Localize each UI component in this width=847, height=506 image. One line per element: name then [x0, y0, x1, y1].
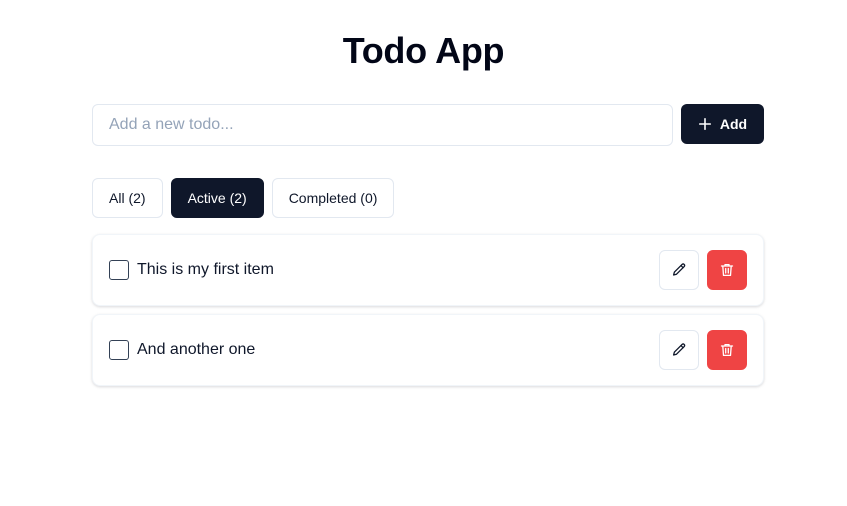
todo-item: And another one [92, 314, 764, 386]
trash-icon [719, 342, 735, 358]
todo-item: This is my first item [92, 234, 764, 306]
delete-button[interactable] [707, 330, 747, 370]
new-todo-input[interactable] [92, 104, 673, 146]
todo-text: And another one [137, 341, 256, 358]
filter-active-button[interactable]: Active (2) [170, 178, 264, 218]
todo-list: This is my first item And another one [92, 234, 764, 386]
plus-icon [698, 117, 712, 131]
trash-icon [719, 262, 735, 278]
delete-button[interactable] [707, 250, 747, 290]
todo-app: Todo App Add All (2) Active (2) Complete… [0, 0, 847, 506]
todo-checkbox[interactable] [109, 340, 129, 360]
filter-tabs: All (2) Active (2) Completed (0) [92, 178, 395, 218]
edit-button[interactable] [659, 330, 699, 370]
filter-completed-button[interactable]: Completed (0) [271, 178, 395, 218]
pencil-icon [671, 262, 687, 278]
todo-actions [659, 250, 747, 290]
todo-checkbox[interactable] [109, 260, 129, 280]
add-button-label: Add [719, 116, 748, 132]
todo-actions [659, 330, 747, 370]
add-todo-form: Add [92, 104, 764, 146]
add-button[interactable]: Add [681, 104, 764, 144]
edit-button[interactable] [659, 250, 699, 290]
page-title: Todo App [342, 30, 505, 71]
pencil-icon [671, 342, 687, 358]
filter-all-button[interactable]: All (2) [92, 178, 163, 218]
todo-text: This is my first item [137, 261, 274, 278]
